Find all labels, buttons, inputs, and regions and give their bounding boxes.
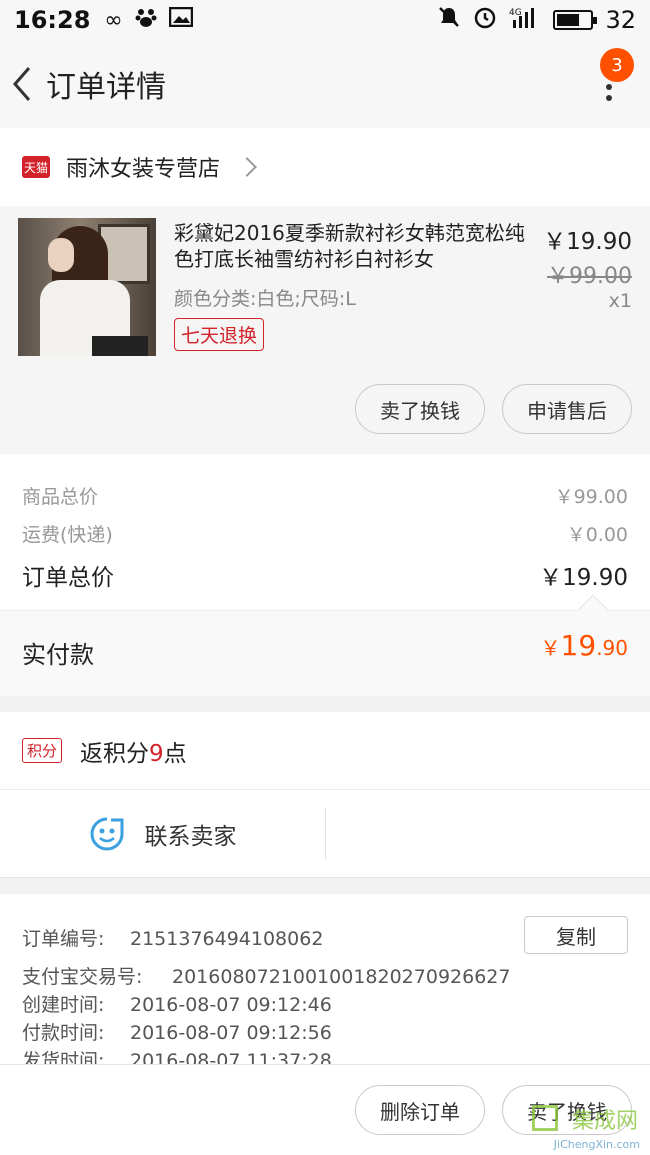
back-button[interactable]: [2, 40, 42, 128]
product-thumbnail[interactable]: [18, 218, 156, 356]
product-original-price: ￥99.00: [547, 264, 632, 289]
paid-label: 实付款: [22, 641, 94, 669]
status-time: 16:28: [14, 6, 91, 34]
watermark-logo: 集成网 JiChengXin.com: [530, 1101, 646, 1151]
summary-label: 订单总价: [22, 565, 114, 591]
tmall-logo-icon: 天猫: [22, 156, 50, 178]
bottom-action-bar: 删除订单 卖了换钱 集成网 JiChengXin.com: [0, 1064, 650, 1155]
chat-face-icon: [90, 817, 123, 851]
order-info: 订单编号: 2151376494108062 复制 支付宝交易号: 20160807…: [0, 894, 650, 1064]
paid-time-row: 付款时间: 2016-08-07 09:12:56: [22, 1022, 332, 1044]
alipay-number-row: 支付宝交易号: 2016080721001001820270926627: [22, 966, 511, 988]
infinity-icon: ∞: [104, 7, 123, 33]
battery-level: 32: [605, 6, 636, 34]
after-sales-button[interactable]: 申请售后: [502, 384, 632, 434]
product-title: 彩黛妃2016夏季新款衬衫女韩范宽松纯色打底长袖雪纺衬衫白衬衫女: [174, 221, 525, 271]
product-sku: 颜色分类:白色;尺码:L: [174, 288, 356, 310]
back-arrow-icon: [13, 67, 31, 101]
copy-button[interactable]: 复制: [524, 916, 628, 954]
shop-name: 雨沐女装专营店: [66, 157, 221, 182]
title-bar: 订单详情 3: [0, 40, 650, 128]
price-summary: 商品总价 ￥99.00 运费(快递) ￥0.00 订单总价 ￥19.90: [0, 454, 650, 610]
contact-bar: 联系卖家: [0, 790, 650, 878]
summary-value: ￥0.00: [566, 524, 628, 546]
chevron-right-icon: [237, 157, 257, 177]
summary-row-shipping: 运费(快递) ￥0.00: [22, 520, 628, 547]
summary-value: ￥19.90: [539, 565, 628, 591]
product-price: ￥19.90: [543, 229, 632, 255]
shop-row[interactable]: 天猫 雨沐女装专营店: [0, 128, 650, 206]
alarm-icon: [473, 5, 497, 35]
summary-row-goods: 商品总价 ￥99.00: [22, 482, 628, 509]
order-number-row: 订单编号: 2151376494108062: [22, 928, 324, 950]
product-quantity: x1: [608, 290, 632, 312]
image-icon: [168, 6, 193, 33]
page-title: 订单详情: [46, 70, 166, 105]
battery-icon: [553, 10, 598, 30]
return-policy-tag: 七天退换: [174, 318, 265, 351]
4g-signal-icon: 4G: [509, 6, 541, 34]
product-card[interactable]: 彩黛妃2016夏季新款衬衫女韩范宽松纯色打底长袖雪纺衬衫白衬衫女 颜色分类:白色…: [0, 206, 650, 454]
paid-amount: ￥19.90: [540, 629, 628, 662]
delete-order-button[interactable]: 删除订单: [355, 1085, 485, 1135]
divider: [325, 808, 326, 860]
paid-amount-row: 实付款 ￥19.90: [0, 594, 650, 696]
summary-row-total: 订单总价 ￥19.90: [22, 558, 628, 592]
summary-value: ￥99.00: [554, 486, 628, 508]
points-row: 积分 返积分9点: [0, 712, 650, 790]
contact-seller-button[interactable]: 联系卖家: [0, 790, 325, 878]
resell-button[interactable]: 卖了换钱: [355, 384, 485, 434]
shipped-time-row: 发货时间: 2016-08-07 11:37:28: [22, 1050, 332, 1064]
mute-icon: [437, 5, 461, 35]
summary-label: 运费(快递): [22, 524, 113, 546]
created-time-row: 创建时间: 2016-08-07 09:12:46: [22, 994, 332, 1016]
points-text: 返积分9点: [80, 740, 187, 767]
notification-badge: 3: [600, 48, 634, 82]
paw-icon: [135, 6, 157, 34]
summary-label: 商品总价: [22, 486, 99, 508]
contact-seller-label: 联系卖家: [144, 824, 237, 850]
points-badge: 积分: [22, 738, 63, 763]
status-bar: 16:28 ∞ 4G 32: [0, 0, 650, 40]
